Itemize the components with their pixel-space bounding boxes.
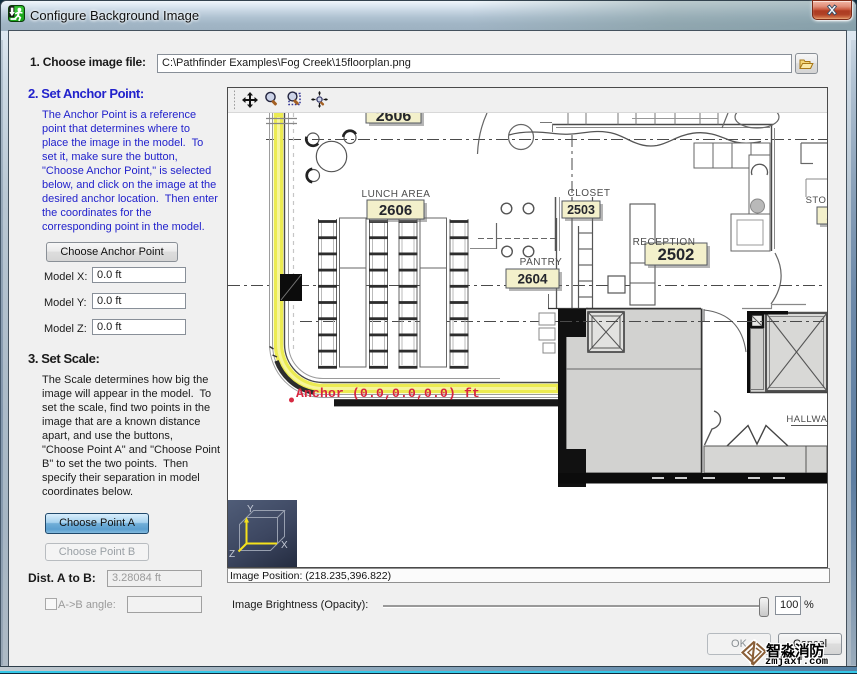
svg-text:2604: 2604 — [517, 271, 548, 286]
svg-text:Z: Z — [229, 549, 235, 560]
svg-text:2606: 2606 — [379, 202, 412, 219]
svg-text:LUNCH AREA: LUNCH AREA — [362, 189, 431, 200]
svg-text:PANTRY: PANTRY — [520, 257, 563, 268]
svg-text:2503: 2503 — [567, 203, 595, 217]
svg-text:Y: Y — [247, 504, 254, 515]
svg-text:RECEPTION: RECEPTION — [633, 237, 696, 248]
svg-text:X: X — [281, 540, 288, 551]
svg-text:Anchor (0.0,0.0,0.0) ft: Anchor (0.0,0.0,0.0) ft — [296, 386, 480, 401]
svg-text:HALLWAY: HALLWAY — [786, 414, 827, 425]
svg-text:2606: 2606 — [376, 113, 412, 125]
svg-text:STO: STO — [806, 195, 827, 206]
svg-text:2502: 2502 — [658, 246, 695, 264]
svg-text:CLOSET: CLOSET — [567, 188, 610, 199]
